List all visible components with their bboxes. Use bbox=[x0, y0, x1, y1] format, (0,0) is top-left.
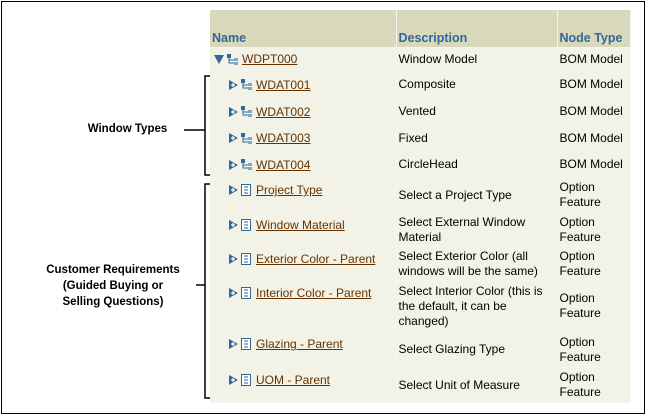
expand-triangle-icon[interactable] bbox=[227, 287, 239, 299]
description-cell: Select Glazing Type bbox=[396, 331, 558, 368]
bom-model-icon bbox=[240, 105, 253, 118]
expand-triangle-icon[interactable] bbox=[227, 106, 239, 118]
node-name-link[interactable]: Project Type bbox=[256, 183, 322, 197]
name-cell: UOM - Parent bbox=[210, 367, 397, 403]
name-cell-content: WDAT002 bbox=[227, 105, 396, 119]
node-type-cell: BOM Model bbox=[557, 124, 631, 152]
node-type-cell: Option Feature bbox=[557, 246, 631, 281]
bom-model-icon bbox=[226, 53, 239, 66]
description-cell: Select a Project Type bbox=[396, 177, 558, 213]
node-name-link[interactable]: Interior Color - Parent bbox=[256, 286, 371, 300]
table-row: WDPT000 Window Model BOM Model bbox=[210, 47, 631, 71]
description-cell: Select External Window Material bbox=[396, 212, 558, 247]
name-cell: Window Material bbox=[210, 212, 397, 247]
option-feature-icon bbox=[240, 373, 253, 387]
description-cell: Select Interior Color (this is the defau… bbox=[396, 280, 558, 332]
description-cell: Composite bbox=[396, 70, 558, 99]
window-types-label: Window Types bbox=[87, 123, 168, 135]
expand-triangle-icon[interactable] bbox=[227, 184, 239, 196]
name-cell-content: Project Type bbox=[227, 183, 396, 197]
description-cell: Select Unit of Measure bbox=[396, 367, 558, 403]
name-cell-content: Window Material bbox=[227, 218, 396, 232]
node-name-link[interactable]: WDAT004 bbox=[256, 158, 310, 172]
node-type-cell: BOM Model bbox=[557, 151, 631, 178]
collapse-triangle-icon[interactable] bbox=[213, 53, 225, 65]
name-cell: Project Type bbox=[210, 177, 397, 213]
customer-requirements-line-2: (Guided Buying or bbox=[62, 280, 164, 292]
node-name-link[interactable]: WDAT002 bbox=[256, 105, 310, 119]
description-cell: Fixed bbox=[396, 124, 558, 152]
node-type-cell: Option Feature bbox=[557, 280, 631, 332]
node-name-link[interactable]: UOM - Parent bbox=[256, 373, 330, 387]
name-cell-content: WDAT001 bbox=[227, 78, 396, 92]
description-cell: Select Exterior Color (all windows will … bbox=[396, 246, 558, 281]
node-name-link[interactable]: Exterior Color - Parent bbox=[256, 252, 375, 266]
name-cell: WDAT002 bbox=[210, 98, 397, 125]
description-cell: Vented bbox=[396, 98, 558, 125]
table-row: Window Material Select External Window Ma… bbox=[210, 212, 631, 247]
expand-triangle-icon[interactable] bbox=[227, 253, 239, 265]
name-cell-content: Exterior Color - Parent bbox=[227, 252, 396, 266]
table-row: WDAT004 CircleHead BOM Model bbox=[210, 151, 631, 178]
option-feature-icon bbox=[240, 218, 253, 232]
description-cell: Window Model bbox=[396, 47, 558, 71]
table-header-row: Name Description Node Type bbox=[210, 10, 631, 48]
expand-triangle-icon[interactable] bbox=[227, 374, 239, 386]
bom-model-icon bbox=[240, 158, 253, 171]
option-feature-icon bbox=[240, 286, 253, 300]
name-cell: Glazing - Parent bbox=[210, 331, 397, 368]
name-cell-content: WDPT000 bbox=[213, 52, 396, 66]
name-cell: WDAT004 bbox=[210, 151, 397, 178]
node-type-cell: BOM Model bbox=[557, 47, 631, 71]
node-type-cell: Option Feature bbox=[557, 212, 631, 247]
table-row: WDAT001 Composite BOM Model bbox=[210, 70, 631, 99]
table-row: Project Type Select a Project Type Option … bbox=[210, 177, 631, 213]
name-cell-content: WDAT003 bbox=[227, 131, 396, 145]
node-name-link[interactable]: Glazing - Parent bbox=[256, 337, 343, 351]
bom-model-icon bbox=[240, 132, 253, 145]
model-structure-table: Name Description Node Type WDPT000 Window… bbox=[210, 10, 631, 403]
customer-requirements-line-3: Selling Questions) bbox=[62, 296, 164, 308]
name-cell-content: Glazing - Parent bbox=[227, 337, 396, 351]
name-cell: WDPT000 bbox=[210, 47, 397, 71]
option-feature-icon bbox=[240, 183, 253, 197]
table-row: Interior Color - Parent Select Interior C… bbox=[210, 280, 631, 332]
table-row: WDAT002 Vented BOM Model bbox=[210, 98, 631, 125]
expand-triangle-icon[interactable] bbox=[227, 79, 239, 91]
expand-triangle-icon[interactable] bbox=[227, 132, 239, 144]
name-cell: Interior Color - Parent bbox=[210, 280, 397, 332]
column-header-name[interactable]: Name bbox=[210, 10, 397, 48]
table-row: Glazing - Parent Select Glazing Type Optio… bbox=[210, 331, 631, 368]
option-feature-icon bbox=[240, 337, 253, 351]
node-name-link[interactable]: WDPT000 bbox=[242, 52, 297, 66]
node-type-cell: Option Feature bbox=[557, 177, 631, 213]
name-cell: WDAT003 bbox=[210, 124, 397, 152]
expand-triangle-icon[interactable] bbox=[227, 159, 239, 171]
customer-requirements-line-1: Customer Requirements bbox=[46, 264, 180, 276]
node-type-cell: BOM Model bbox=[557, 70, 631, 99]
expand-triangle-icon[interactable] bbox=[227, 338, 239, 350]
table-row: Exterior Color - Parent Select Exterior C… bbox=[210, 246, 631, 281]
name-cell: Exterior Color - Parent bbox=[210, 246, 397, 281]
node-name-link[interactable]: WDAT003 bbox=[256, 131, 310, 145]
description-cell: CircleHead bbox=[396, 151, 558, 178]
name-cell-content: Interior Color - Parent bbox=[227, 286, 396, 300]
node-type-cell: Option Feature bbox=[557, 367, 631, 403]
node-type-cell: Option Feature bbox=[557, 331, 631, 368]
bom-model-icon bbox=[240, 78, 253, 91]
node-name-link[interactable]: WDAT001 bbox=[256, 78, 310, 92]
customer-requirements-label: Customer Requirements (Guided Buying or … bbox=[28, 262, 198, 310]
column-header-description[interactable]: Description bbox=[396, 10, 558, 48]
node-type-cell: BOM Model bbox=[557, 98, 631, 125]
name-cell-content: WDAT004 bbox=[227, 158, 396, 172]
option-feature-icon bbox=[240, 252, 253, 266]
column-header-node-type[interactable]: Node Type bbox=[557, 10, 631, 48]
expand-triangle-icon[interactable] bbox=[227, 219, 239, 231]
node-name-link[interactable]: Window Material bbox=[256, 218, 345, 232]
name-cell: WDAT001 bbox=[210, 70, 397, 99]
table-row: WDAT003 Fixed BOM Model bbox=[210, 124, 631, 152]
name-cell-content: UOM - Parent bbox=[227, 373, 396, 387]
table-row: UOM - Parent Select Unit of Measure Option… bbox=[210, 367, 631, 403]
